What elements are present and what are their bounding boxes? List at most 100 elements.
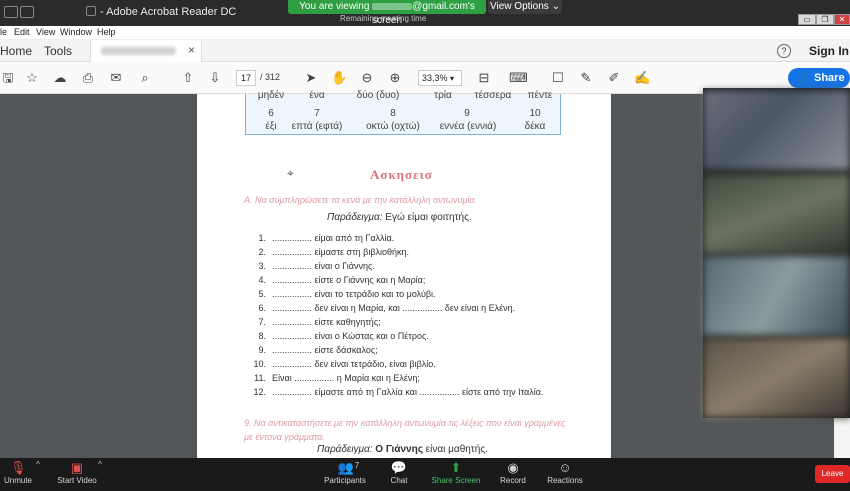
hand-tool-icon[interactable]: ✋ — [331, 70, 347, 86]
menu-help[interactable]: Help — [97, 27, 116, 37]
table-cell: ένα — [309, 90, 325, 101]
help-icon[interactable]: ? — [777, 44, 791, 58]
example-bold: Ο Γιάννης — [375, 444, 423, 455]
list-item: 7................. είστε καθηγητής; — [258, 317, 381, 327]
table-cell: 6 — [268, 108, 274, 119]
list-item: 9................. είστε δάσκαλος; — [258, 345, 378, 355]
share-label: Share — [814, 72, 845, 84]
view-options-button[interactable]: View Options ⌄ — [488, 0, 562, 14]
list-item: 2................. είμαστε στη βιβλιοθήκ… — [258, 247, 410, 257]
tab-home[interactable]: Home — [0, 44, 32, 58]
crosshair-cursor-icon: ⌖ — [287, 166, 294, 180]
save-icon[interactable]: 🖫 — [0, 70, 16, 86]
numbers-table: μηδέν ένα δύο (δυο) τρία τέσσερα πέντε 6… — [245, 90, 561, 135]
record-button[interactable]: Record — [497, 476, 529, 485]
view-options-label: View Options — [490, 1, 549, 12]
close-tab-icon[interactable]: × — [188, 43, 195, 57]
table-cell: 7 — [314, 108, 320, 119]
example-rest: είναι μαθητής. — [422, 444, 488, 455]
menu-view[interactable]: View — [36, 27, 55, 37]
select-cursor-icon[interactable]: ➤ — [303, 70, 319, 86]
highlight-pen-icon[interactable]: ✎ — [578, 70, 594, 86]
tab-document[interactable]: × — [90, 40, 202, 62]
example-label: Παράδειγμα: — [317, 444, 373, 455]
muted-microphone-icon[interactable]: 🎙 — [10, 460, 27, 476]
participant-video[interactable] — [703, 174, 850, 254]
zoom-value: 33,3% — [422, 73, 448, 83]
video-off-icon[interactable]: ▣ — [68, 460, 86, 476]
redacted-document-name — [101, 47, 176, 55]
start-video-button[interactable]: Start Video — [56, 476, 98, 485]
keyboard-icon[interactable]: ⌨ — [509, 70, 528, 86]
search-icon[interactable]: ⌕ — [137, 70, 153, 86]
chat-icon[interactable]: 💬 — [390, 460, 408, 476]
next-page-icon[interactable]: ⇩ — [207, 70, 223, 86]
email-icon[interactable]: ✉ — [108, 70, 124, 86]
share-button[interactable]: 👤 Share — [788, 68, 850, 88]
chat-button[interactable]: Chat — [385, 476, 413, 485]
minimize-button[interactable]: ▭ — [798, 14, 816, 25]
sign-in-link[interactable]: Sign In — [809, 44, 849, 58]
table-cell: εννέα (εννιά) — [439, 121, 497, 132]
leave-button[interactable]: Leave — [815, 465, 850, 483]
print-icon[interactable]: ⎙ — [80, 70, 96, 86]
list-item: 5................. είναι το τετράδιο και… — [258, 289, 436, 299]
zoom-viewing-banner: You are viewing @gmail.com's screen — [288, 0, 486, 26]
table-cell: 10 — [529, 108, 541, 119]
table-cell: μηδέν — [257, 90, 285, 101]
instruction-b: 9. Να αντικαταστήσετε με την κατάλληλη α… — [244, 418, 566, 442]
table-cell: τρία — [434, 90, 452, 101]
app-menu-icon[interactable] — [4, 6, 18, 18]
unmute-button[interactable]: Unmute — [0, 476, 36, 485]
restore-button[interactable]: ❐ — [816, 14, 834, 25]
zoom-out-icon[interactable]: ⊖ — [359, 70, 375, 86]
fill-sign-icon[interactable]: ✍ — [634, 70, 650, 86]
comment-icon[interactable]: ☐ — [550, 70, 566, 86]
table-cell: τέσσερα — [474, 90, 512, 101]
share-screen-button[interactable]: Share Screen — [430, 476, 482, 485]
zoom-in-icon[interactable]: ⊕ — [387, 70, 403, 86]
exercise-title: Ασκησεισ — [370, 167, 433, 182]
chevron-down-icon: ▾ — [450, 74, 455, 83]
tab-tools[interactable]: Tools — [44, 44, 72, 58]
participants-button[interactable]: Participants — [322, 476, 368, 485]
list-item: 6................. δεν είναι η Μαρία, κα… — [258, 303, 516, 313]
remaining-time-text: Remaining meeting time — [340, 14, 427, 23]
list-item: 4................. είστε ο Γιάννης και η… — [258, 275, 426, 285]
previous-page-icon[interactable]: ⇧ — [180, 70, 196, 86]
page-total: / 312 — [260, 72, 281, 82]
page-display-icon[interactable]: ⊟ — [476, 70, 492, 86]
participant-video[interactable] — [703, 338, 850, 418]
reactions-icon[interactable]: ☺ — [556, 460, 574, 475]
table-cell: δέκα — [524, 121, 546, 132]
screen-icon[interactable] — [20, 6, 34, 18]
zoom-level-select[interactable]: 33,3% ▾ — [418, 70, 462, 86]
participant-video[interactable] — [703, 90, 850, 170]
example-a: Παράδειγμα: Εγώ είμαι φοιτητής. — [327, 212, 472, 223]
chevron-up-icon[interactable]: ^ — [96, 460, 104, 469]
list-item: 1................. είμαι από τη Γαλλία. — [258, 233, 395, 243]
record-icon[interactable]: ◉ — [504, 460, 522, 476]
instruction-a: Α. Να συμπληρώσετε τα κενά με την κατάλλ… — [244, 195, 478, 205]
upload-cloud-icon[interactable]: ☁ — [52, 70, 68, 86]
add-user-icon: 👤 — [798, 72, 812, 84]
chevron-up-icon[interactable]: ^ — [34, 460, 42, 469]
right-panel-strip[interactable] — [834, 418, 850, 458]
menu-bar: le Edit View Window Help — [0, 26, 850, 40]
list-item: 3................. είναι ο Γιάννης. — [258, 261, 375, 271]
share-screen-icon[interactable]: ⬆ — [447, 460, 465, 476]
menu-window[interactable]: Window — [60, 27, 92, 37]
zoom-video-gallery[interactable] — [703, 88, 850, 418]
menu-file[interactable]: le — [0, 27, 7, 37]
list-item: 10................. δεν είναι τετράδιο, … — [253, 359, 436, 369]
participant-video[interactable] — [703, 256, 850, 336]
list-item: 8................. είναι ο Κώστας και ο … — [258, 331, 429, 341]
chevron-down-icon: ⌄ — [551, 1, 560, 12]
star-icon[interactable]: ☆ — [24, 70, 40, 86]
page-number-input[interactable]: 17 — [236, 70, 256, 86]
table-cell: 9 — [464, 108, 470, 119]
reactions-button[interactable]: Reactions — [545, 476, 585, 485]
close-window-button[interactable]: ✕ — [834, 14, 850, 25]
menu-edit[interactable]: Edit — [14, 27, 30, 37]
draw-icon[interactable]: ✐ — [606, 70, 622, 86]
